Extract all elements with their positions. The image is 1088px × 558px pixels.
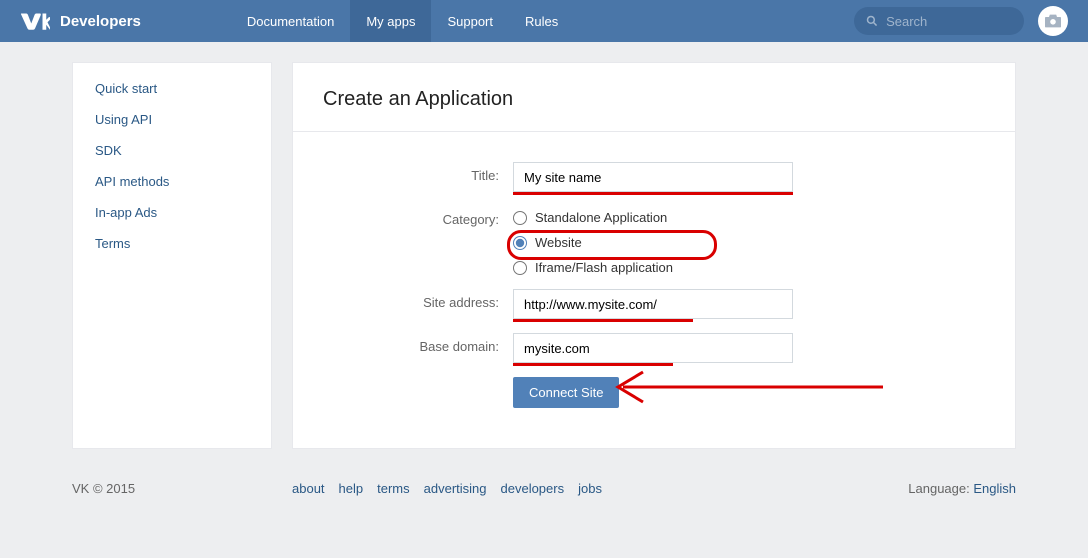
search-box[interactable] [854, 7, 1024, 35]
radio-standalone-input[interactable] [513, 211, 527, 225]
footer-link-advertising[interactable]: advertising [424, 481, 487, 496]
logo-area[interactable]: Developers [20, 12, 141, 30]
category-row: Category: Standalone Application Website… [323, 206, 985, 275]
camera-icon [1045, 14, 1061, 28]
sidebar-item-quick-start[interactable]: Quick start [73, 73, 271, 104]
category-radio-group: Standalone Application Website Iframe/Fl… [513, 206, 673, 275]
title-row: Title: [323, 162, 985, 192]
search-icon [866, 14, 878, 28]
annotation-arrow [603, 367, 883, 407]
form-body: Title: Category: Standalone Application … [293, 132, 1015, 448]
header-right [854, 6, 1068, 36]
title-input[interactable] [513, 162, 793, 192]
radio-iframe-input[interactable] [513, 261, 527, 275]
footer-copyright: VK © 2015 [72, 481, 292, 496]
connect-site-button[interactable]: Connect Site [513, 377, 619, 408]
nav-support[interactable]: Support [431, 0, 509, 42]
sidebar-item-api-methods[interactable]: API methods [73, 166, 271, 197]
title-label: Title: [323, 162, 513, 183]
nav-documentation[interactable]: Documentation [231, 0, 350, 42]
base-domain-row: Base domain: [323, 333, 985, 363]
main-nav: Documentation My apps Support Rules [231, 0, 574, 42]
logo-text: Developers [60, 13, 141, 30]
radio-website[interactable]: Website [513, 235, 673, 250]
footer-link-jobs[interactable]: jobs [578, 481, 602, 496]
radio-iframe[interactable]: Iframe/Flash application [513, 260, 673, 275]
radio-website-label: Website [535, 235, 582, 250]
annotation-underline [513, 192, 793, 195]
sidebar: Quick start Using API SDK API methods In… [72, 62, 272, 449]
footer-link-developers[interactable]: developers [501, 481, 565, 496]
main-header: Create an Application [293, 63, 1015, 132]
page-title: Create an Application [323, 88, 985, 111]
language-select[interactable]: English [973, 481, 1016, 496]
annotation-underline [513, 363, 673, 366]
footer-links: about help terms advertising developers … [292, 481, 602, 496]
base-domain-label: Base domain: [323, 333, 513, 354]
nav-rules[interactable]: Rules [509, 0, 574, 42]
site-address-row: Site address: [323, 289, 985, 319]
camera-button[interactable] [1038, 6, 1068, 36]
radio-iframe-label: Iframe/Flash application [535, 260, 673, 275]
footer-link-terms[interactable]: terms [377, 481, 410, 496]
sidebar-item-using-api[interactable]: Using API [73, 104, 271, 135]
site-address-input[interactable] [513, 289, 793, 319]
main-panel: Create an Application Title: Category: S… [292, 62, 1016, 449]
sidebar-item-sdk[interactable]: SDK [73, 135, 271, 166]
radio-standalone-label: Standalone Application [535, 210, 667, 225]
footer-language: Language: English [908, 481, 1016, 496]
base-domain-input[interactable] [513, 333, 793, 363]
vk-logo-icon [20, 12, 50, 30]
radio-standalone[interactable]: Standalone Application [513, 210, 673, 225]
annotation-underline [513, 319, 693, 322]
footer: VK © 2015 about help terms advertising d… [64, 469, 1024, 526]
footer-link-about[interactable]: about [292, 481, 325, 496]
search-input[interactable] [886, 14, 1012, 29]
category-label: Category: [323, 206, 513, 227]
site-address-label: Site address: [323, 289, 513, 310]
top-header: Developers Documentation My apps Support… [0, 0, 1088, 42]
nav-my-apps[interactable]: My apps [350, 0, 431, 42]
sidebar-item-in-app-ads[interactable]: In-app Ads [73, 197, 271, 228]
footer-link-help[interactable]: help [339, 481, 364, 496]
language-label: Language: [908, 481, 969, 496]
radio-website-input[interactable] [513, 236, 527, 250]
sidebar-item-terms[interactable]: Terms [73, 228, 271, 259]
